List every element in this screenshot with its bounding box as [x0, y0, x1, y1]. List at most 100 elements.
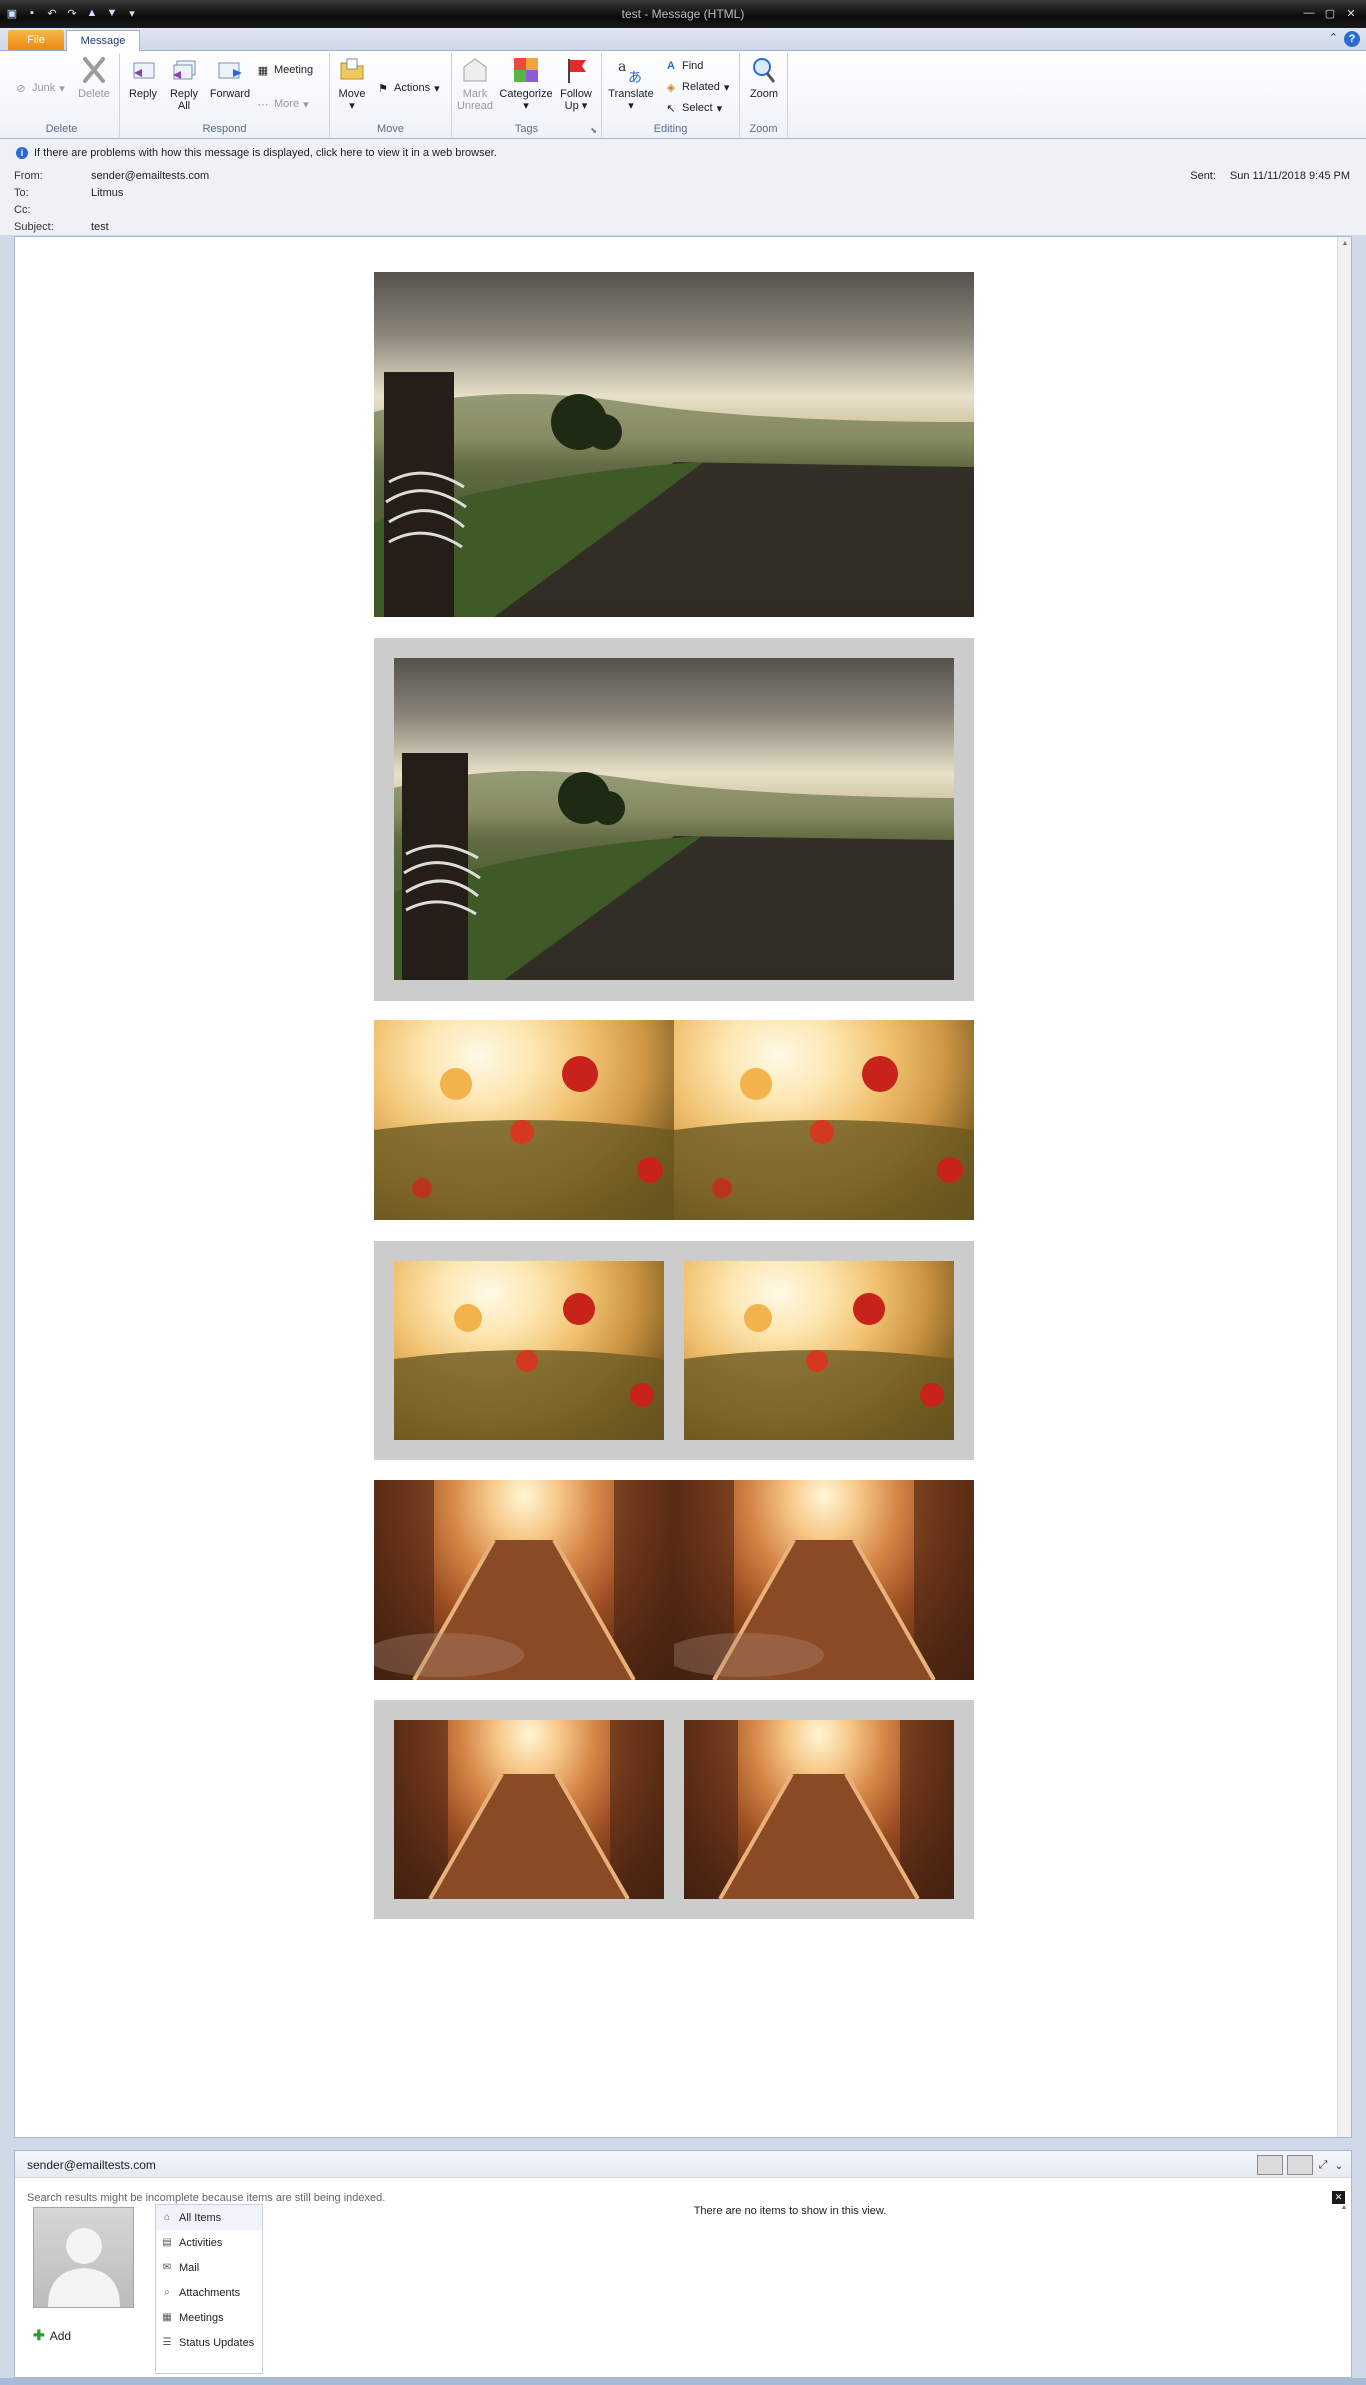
delete-group: ⊘ Junk ▾ Delete Delete	[4, 53, 120, 137]
junk-icon: ⊘	[16, 82, 26, 95]
field-image-frame	[374, 638, 974, 1001]
group-label: Move	[377, 123, 404, 135]
chevron-down-icon[interactable]: ⌄	[1333, 2159, 1345, 2172]
find-button[interactable]: A Find	[664, 59, 703, 73]
window-title: test - Message (HTML)	[621, 7, 745, 21]
group-label: Tags	[514, 123, 539, 135]
expand-icon[interactable]: ⤢	[1317, 2159, 1329, 2172]
ribbon-tabs: File Message ⌃ ?	[0, 28, 1366, 52]
people-pane-scrollbar[interactable]: ▲	[1337, 2204, 1351, 2378]
actions-icon: ⚑	[378, 82, 388, 95]
maximize-button[interactable]: ▢	[1321, 5, 1339, 21]
categorize-icon	[514, 58, 538, 82]
category-status-updates[interactable]: ☰ Status Updates	[156, 2330, 262, 2355]
category-meetings[interactable]: ▦ Meetings	[156, 2305, 262, 2330]
group-label: Delete	[45, 123, 78, 135]
follow-up-button[interactable]: Follow Up ▾	[556, 55, 596, 112]
meeting-icon: ▦	[257, 64, 269, 77]
bridge-image-right	[674, 1480, 974, 1680]
to-row: To: Litmus	[14, 187, 124, 199]
poppy-image-right	[674, 1020, 974, 1220]
close-icon[interactable]: ✕	[1332, 2191, 1345, 2204]
calendar-icon: ▦	[162, 2312, 172, 2323]
people-pane-bar: sender@emailtests.com ⤢ ⌄	[15, 2151, 1351, 2178]
forward-icon	[218, 62, 242, 79]
subject-value: test	[91, 221, 109, 233]
category-all-items[interactable]: ⌂ All Items	[156, 2205, 262, 2230]
poppy-scene	[684, 1293, 954, 1440]
web-browser-notice[interactable]: i If there are problems with how this me…	[16, 147, 497, 159]
select-icon: ↖	[666, 102, 676, 115]
group-label: Zoom	[749, 123, 778, 135]
tab-file[interactable]: File	[8, 30, 64, 50]
group-label: Respond	[202, 123, 247, 135]
contact-avatar-icon[interactable]	[1287, 2155, 1313, 2175]
message-scrollbar[interactable]: ▲	[1337, 237, 1351, 2137]
info-icon: i	[16, 147, 28, 159]
reply-icon	[133, 62, 155, 79]
mark-unread-button[interactable]: Mark Unread	[454, 55, 496, 112]
title-bar: ▣ ▪ ↶ ↷ ▲ ▼ ▾ test - Message (HTML) — ▢ …	[0, 0, 1366, 28]
attachment-icon: ⌕	[164, 2287, 170, 2298]
move-button[interactable]: Move ▾	[334, 55, 370, 112]
poppy-image-framed-right	[684, 1261, 954, 1440]
people-pane: sender@emailtests.com ⤢ ⌄ Search results…	[14, 2150, 1352, 2378]
people-pane-categories: ⌂ All Items ▤ Activities ✉ Mail ⌕ Attachment…	[155, 2204, 263, 2374]
move-group: Move ▾ ⚑ Actions ▾ Move	[330, 53, 452, 137]
contact-avatar-icon[interactable]	[1257, 2155, 1283, 2175]
from-value[interactable]: sender@emailtests.com	[91, 170, 209, 182]
people-pane-name[interactable]: sender@emailtests.com	[27, 2158, 156, 2172]
minimize-button[interactable]: —	[1300, 5, 1318, 21]
mark-unread-icon	[463, 58, 487, 82]
bridge-image-frame	[374, 1700, 974, 1919]
tab-message[interactable]: Message	[66, 30, 140, 52]
close-button[interactable]: ✕	[1342, 5, 1360, 21]
indexing-warning: Search results might be incomplete becau…	[27, 2192, 386, 2204]
bridge-image-left	[374, 1480, 674, 1680]
more-icon: ⋯	[257, 98, 269, 111]
from-row: From: sender@emailtests.com	[14, 170, 210, 182]
zoom-button[interactable]: Zoom	[744, 55, 784, 100]
scroll-up-icon[interactable]: ▲	[1339, 238, 1351, 250]
svg-text:a: a	[618, 59, 626, 75]
category-attachments[interactable]: ⌕ Attachments	[156, 2280, 262, 2305]
message-header: i If there are problems with how this me…	[0, 139, 1366, 235]
junk-button[interactable]: ⊘ Junk ▾	[14, 81, 64, 95]
help-icon[interactable]: ?	[1344, 31, 1360, 47]
dialog-launcher-icon[interactable]: ⬊	[590, 126, 597, 135]
scroll-up-icon[interactable]: ▲	[1337, 2204, 1351, 2216]
translate-icon: aあ	[618, 59, 642, 85]
bridge-scene	[394, 1720, 664, 1899]
empty-message: There are no items to show in this view.	[693, 2205, 887, 2217]
field-scene	[374, 372, 974, 617]
delete-button[interactable]: Delete	[74, 55, 114, 100]
reply-all-icon	[173, 60, 196, 80]
category-activities[interactable]: ▤ Activities	[156, 2230, 262, 2255]
zoom-icon	[753, 58, 776, 83]
more-button[interactable]: ⋯ More ▾	[256, 97, 309, 111]
tags-group: Mark Unread Categorize ▾ Follow Up ▾ Tags ⬊	[452, 53, 602, 137]
delete-icon	[83, 57, 105, 83]
field-scene	[394, 753, 954, 980]
group-label: Editing	[653, 123, 688, 135]
reply-all-button[interactable]: Reply All	[164, 55, 204, 112]
ribbon: ⊘ Junk ▾ Delete Delete Reply Reply All Forw…	[0, 51, 1366, 139]
svg-text:あ: あ	[628, 70, 642, 85]
forward-button[interactable]: Forward	[206, 55, 254, 100]
related-icon: ◈	[666, 81, 676, 94]
select-button[interactable]: ↖ Select ▾	[664, 101, 722, 115]
reply-button[interactable]: Reply	[124, 55, 162, 100]
zoom-group: Zoom Zoom	[740, 53, 788, 137]
poppy-scene	[374, 1056, 674, 1220]
sent-value: Sun 11/11/2018 9:45 PM	[1229, 170, 1350, 182]
translate-button[interactable]: aあ Translate ▾	[606, 55, 656, 112]
add-contact-button[interactable]: ✚ Add	[33, 2327, 71, 2344]
to-value[interactable]: Litmus	[91, 187, 123, 199]
bridge-scene	[674, 1480, 974, 1680]
actions-button[interactable]: ⚑ Actions ▾	[376, 81, 440, 95]
category-mail[interactable]: ✉ Mail	[156, 2255, 262, 2280]
ribbon-collapse-icon[interactable]: ⌃	[1329, 31, 1338, 47]
related-button[interactable]: ◈ Related ▾	[664, 80, 730, 94]
categorize-button[interactable]: Categorize ▾	[498, 55, 554, 112]
meeting-button[interactable]: ▦ Meeting	[256, 63, 313, 77]
